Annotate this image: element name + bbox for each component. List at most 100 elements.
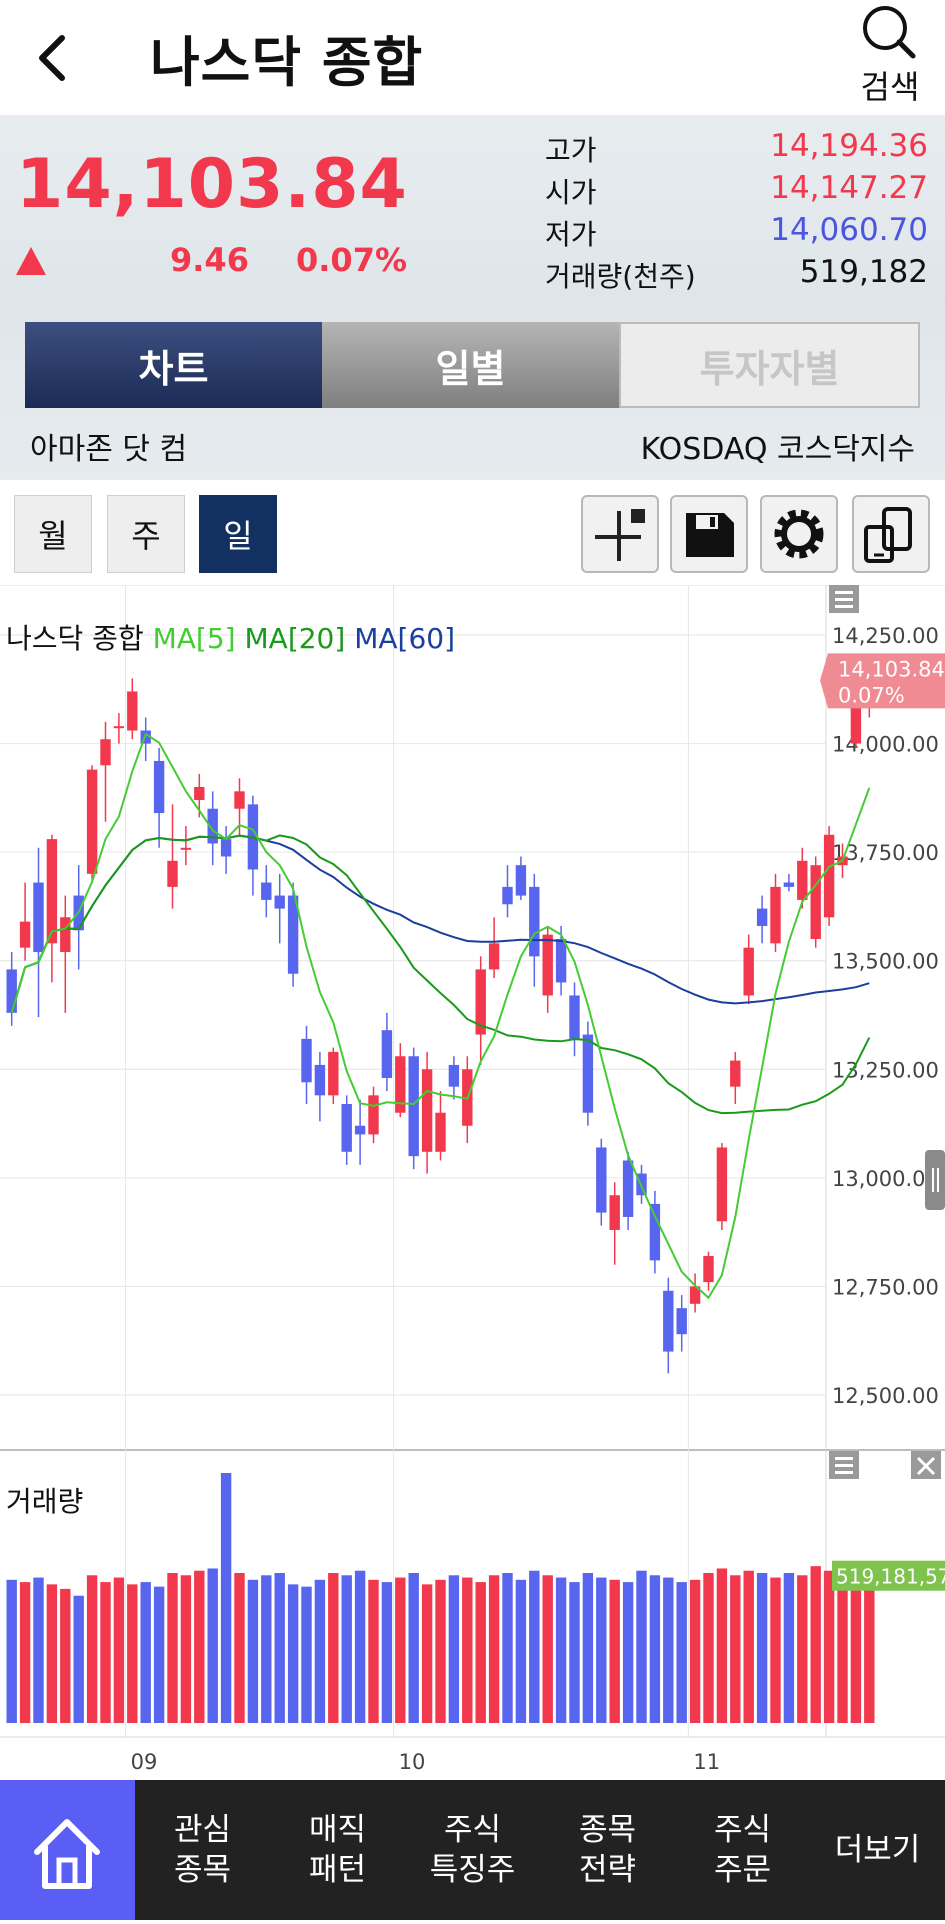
candle-body — [180, 847, 192, 850]
candle-body — [622, 1160, 634, 1217]
candle-body — [529, 886, 540, 957]
volume-bar — [341, 1575, 352, 1723]
candle-body — [582, 1034, 594, 1113]
volume-bar — [622, 1582, 634, 1723]
candle-body — [609, 1195, 620, 1230]
volume-label: 거래량(천주) — [545, 260, 696, 293]
volume-bar — [649, 1575, 661, 1723]
nav-magic-pattern[interactable]: 매직 패턴 — [270, 1780, 405, 1920]
price-panel-menu-icon-line — [835, 598, 853, 601]
x-tick-label: 09 — [131, 1750, 158, 1774]
search-button[interactable]: 검색 — [845, 0, 935, 112]
nav-strategy[interactable]: 종목 전략 — [540, 1780, 675, 1920]
price-tick-label: 12,750.00 — [832, 1275, 939, 1299]
price-tick-label: 13,000.00 — [832, 1167, 939, 1191]
volume-bar — [354, 1570, 366, 1723]
volume-bar — [515, 1579, 527, 1723]
price-panel-menu-icon-line — [835, 605, 853, 608]
candle-body — [301, 1038, 312, 1083]
candle-body — [810, 865, 821, 939]
volume-bar — [716, 1568, 728, 1723]
volume-bar — [756, 1573, 768, 1723]
candle-body — [86, 769, 98, 874]
volume-bar — [555, 1577, 567, 1723]
legend-ma60: MA[60] — [354, 622, 455, 655]
company-name: 아마존 닷 컴 — [30, 432, 188, 467]
candle-body — [220, 839, 232, 857]
open-label: 시가 — [545, 176, 597, 209]
price-tick-label: 14,250.00 — [832, 624, 939, 648]
nav-more[interactable]: 더보기 — [810, 1780, 945, 1920]
low-value: 14,060.70 — [770, 212, 928, 248]
volume-bar — [502, 1573, 513, 1723]
open-value: 14,147.27 — [770, 170, 928, 206]
price-chart[interactable]: 14,250.0014,000.0013,750.0013,500.0013,2… — [0, 585, 945, 1780]
period-day-button[interactable]: 일 — [199, 495, 277, 573]
candle-body — [261, 882, 272, 900]
price-tick-label: 13,250.00 — [832, 1058, 939, 1082]
volume-bar — [234, 1573, 245, 1723]
volume-bar — [448, 1575, 460, 1723]
candle-body — [167, 860, 178, 887]
candle-body — [421, 1069, 433, 1152]
chevron-left-icon — [39, 35, 65, 81]
current-price-tag-value: 14,103.84 — [838, 657, 945, 681]
volume-bar — [220, 1473, 232, 1723]
nav-order[interactable]: 주식 주문 — [675, 1780, 810, 1920]
candle-body — [542, 934, 553, 996]
volume-bar — [797, 1575, 808, 1723]
nav-home-button[interactable] — [0, 1780, 135, 1920]
volume-bar — [395, 1577, 406, 1723]
rotate-screen-icon — [864, 507, 912, 563]
candle-body — [676, 1308, 687, 1335]
candle-body — [502, 886, 513, 905]
candle-body — [408, 1056, 419, 1157]
nav-featured-stocks[interactable]: 주식 특징주 — [405, 1780, 540, 1920]
rotate-screen-button[interactable] — [852, 495, 930, 573]
candle-body — [46, 839, 58, 944]
volume-bar — [810, 1566, 821, 1723]
volume-bar — [140, 1582, 151, 1723]
nav-watchlist-label: 관심 종목 — [173, 1812, 232, 1888]
volume-bar — [730, 1575, 741, 1723]
candle-body — [743, 947, 754, 996]
candle-body — [368, 1095, 379, 1135]
high-label: 고가 — [545, 134, 597, 167]
volume-bar — [743, 1570, 754, 1723]
save-button[interactable] — [670, 495, 748, 573]
period-week-button[interactable]: 주 — [107, 495, 185, 573]
volume-bar — [488, 1575, 500, 1723]
nav-watchlist[interactable]: 관심 종목 — [135, 1780, 270, 1920]
candle-body — [730, 1060, 741, 1087]
candle-body — [649, 1203, 661, 1261]
nav-order-label: 주식 주문 — [713, 1812, 772, 1888]
volume-bar — [19, 1582, 31, 1723]
period-month-button[interactable]: 월 — [14, 495, 92, 573]
price-panel-menu-icon-line — [835, 591, 853, 594]
candle-body — [488, 943, 500, 970]
candle-body — [555, 939, 567, 983]
price-tick-label: 13,500.00 — [832, 950, 939, 974]
app-header: 나스닥 종합 검색 — [0, 0, 945, 115]
candle-body — [435, 1112, 446, 1152]
volume-bar — [100, 1582, 111, 1723]
search-label: 검색 — [860, 68, 920, 106]
price-change-rate: 0.07% — [296, 241, 408, 279]
volume-bar — [381, 1582, 393, 1723]
candle-body — [797, 860, 808, 900]
tab-chart[interactable]: 차트 — [25, 322, 322, 408]
crosshair-button[interactable] — [581, 495, 659, 573]
volume-panel-menu-icon-line — [835, 1457, 853, 1460]
price-tick-label: 12,500.00 — [832, 1384, 939, 1408]
current-price-tag-rate: 0.07% — [838, 683, 905, 707]
back-button[interactable] — [30, 28, 80, 88]
candle-body — [314, 1064, 326, 1096]
volume-bar — [247, 1579, 259, 1723]
tab-investor[interactable]: 투자자별 — [619, 322, 920, 408]
candle-body — [33, 882, 44, 953]
tab-daily[interactable]: 일별 — [322, 322, 619, 408]
settings-button[interactable] — [760, 495, 838, 573]
price-change: 9.46 — [170, 241, 249, 279]
volume-bar — [542, 1575, 553, 1723]
legend-ma20: MA[20] — [244, 622, 346, 655]
